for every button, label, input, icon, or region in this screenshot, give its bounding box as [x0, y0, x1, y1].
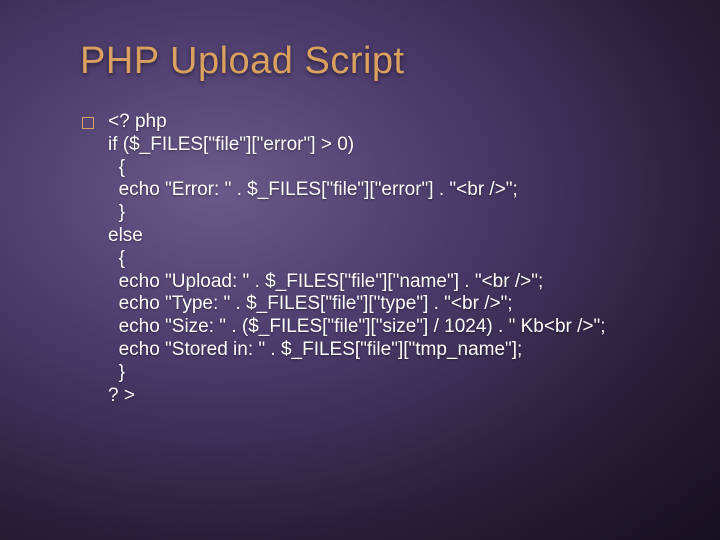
code-snippet: <? php if ($_FILES["file"]["error"] > 0)… [108, 111, 606, 407]
page-title: PHP Upload Script [80, 40, 660, 83]
slide: PHP Upload Script <? php if ($_FILES["fi… [0, 0, 720, 540]
content-block: <? php if ($_FILES["file"]["error"] > 0)… [80, 111, 660, 407]
square-outline-icon [82, 117, 94, 129]
